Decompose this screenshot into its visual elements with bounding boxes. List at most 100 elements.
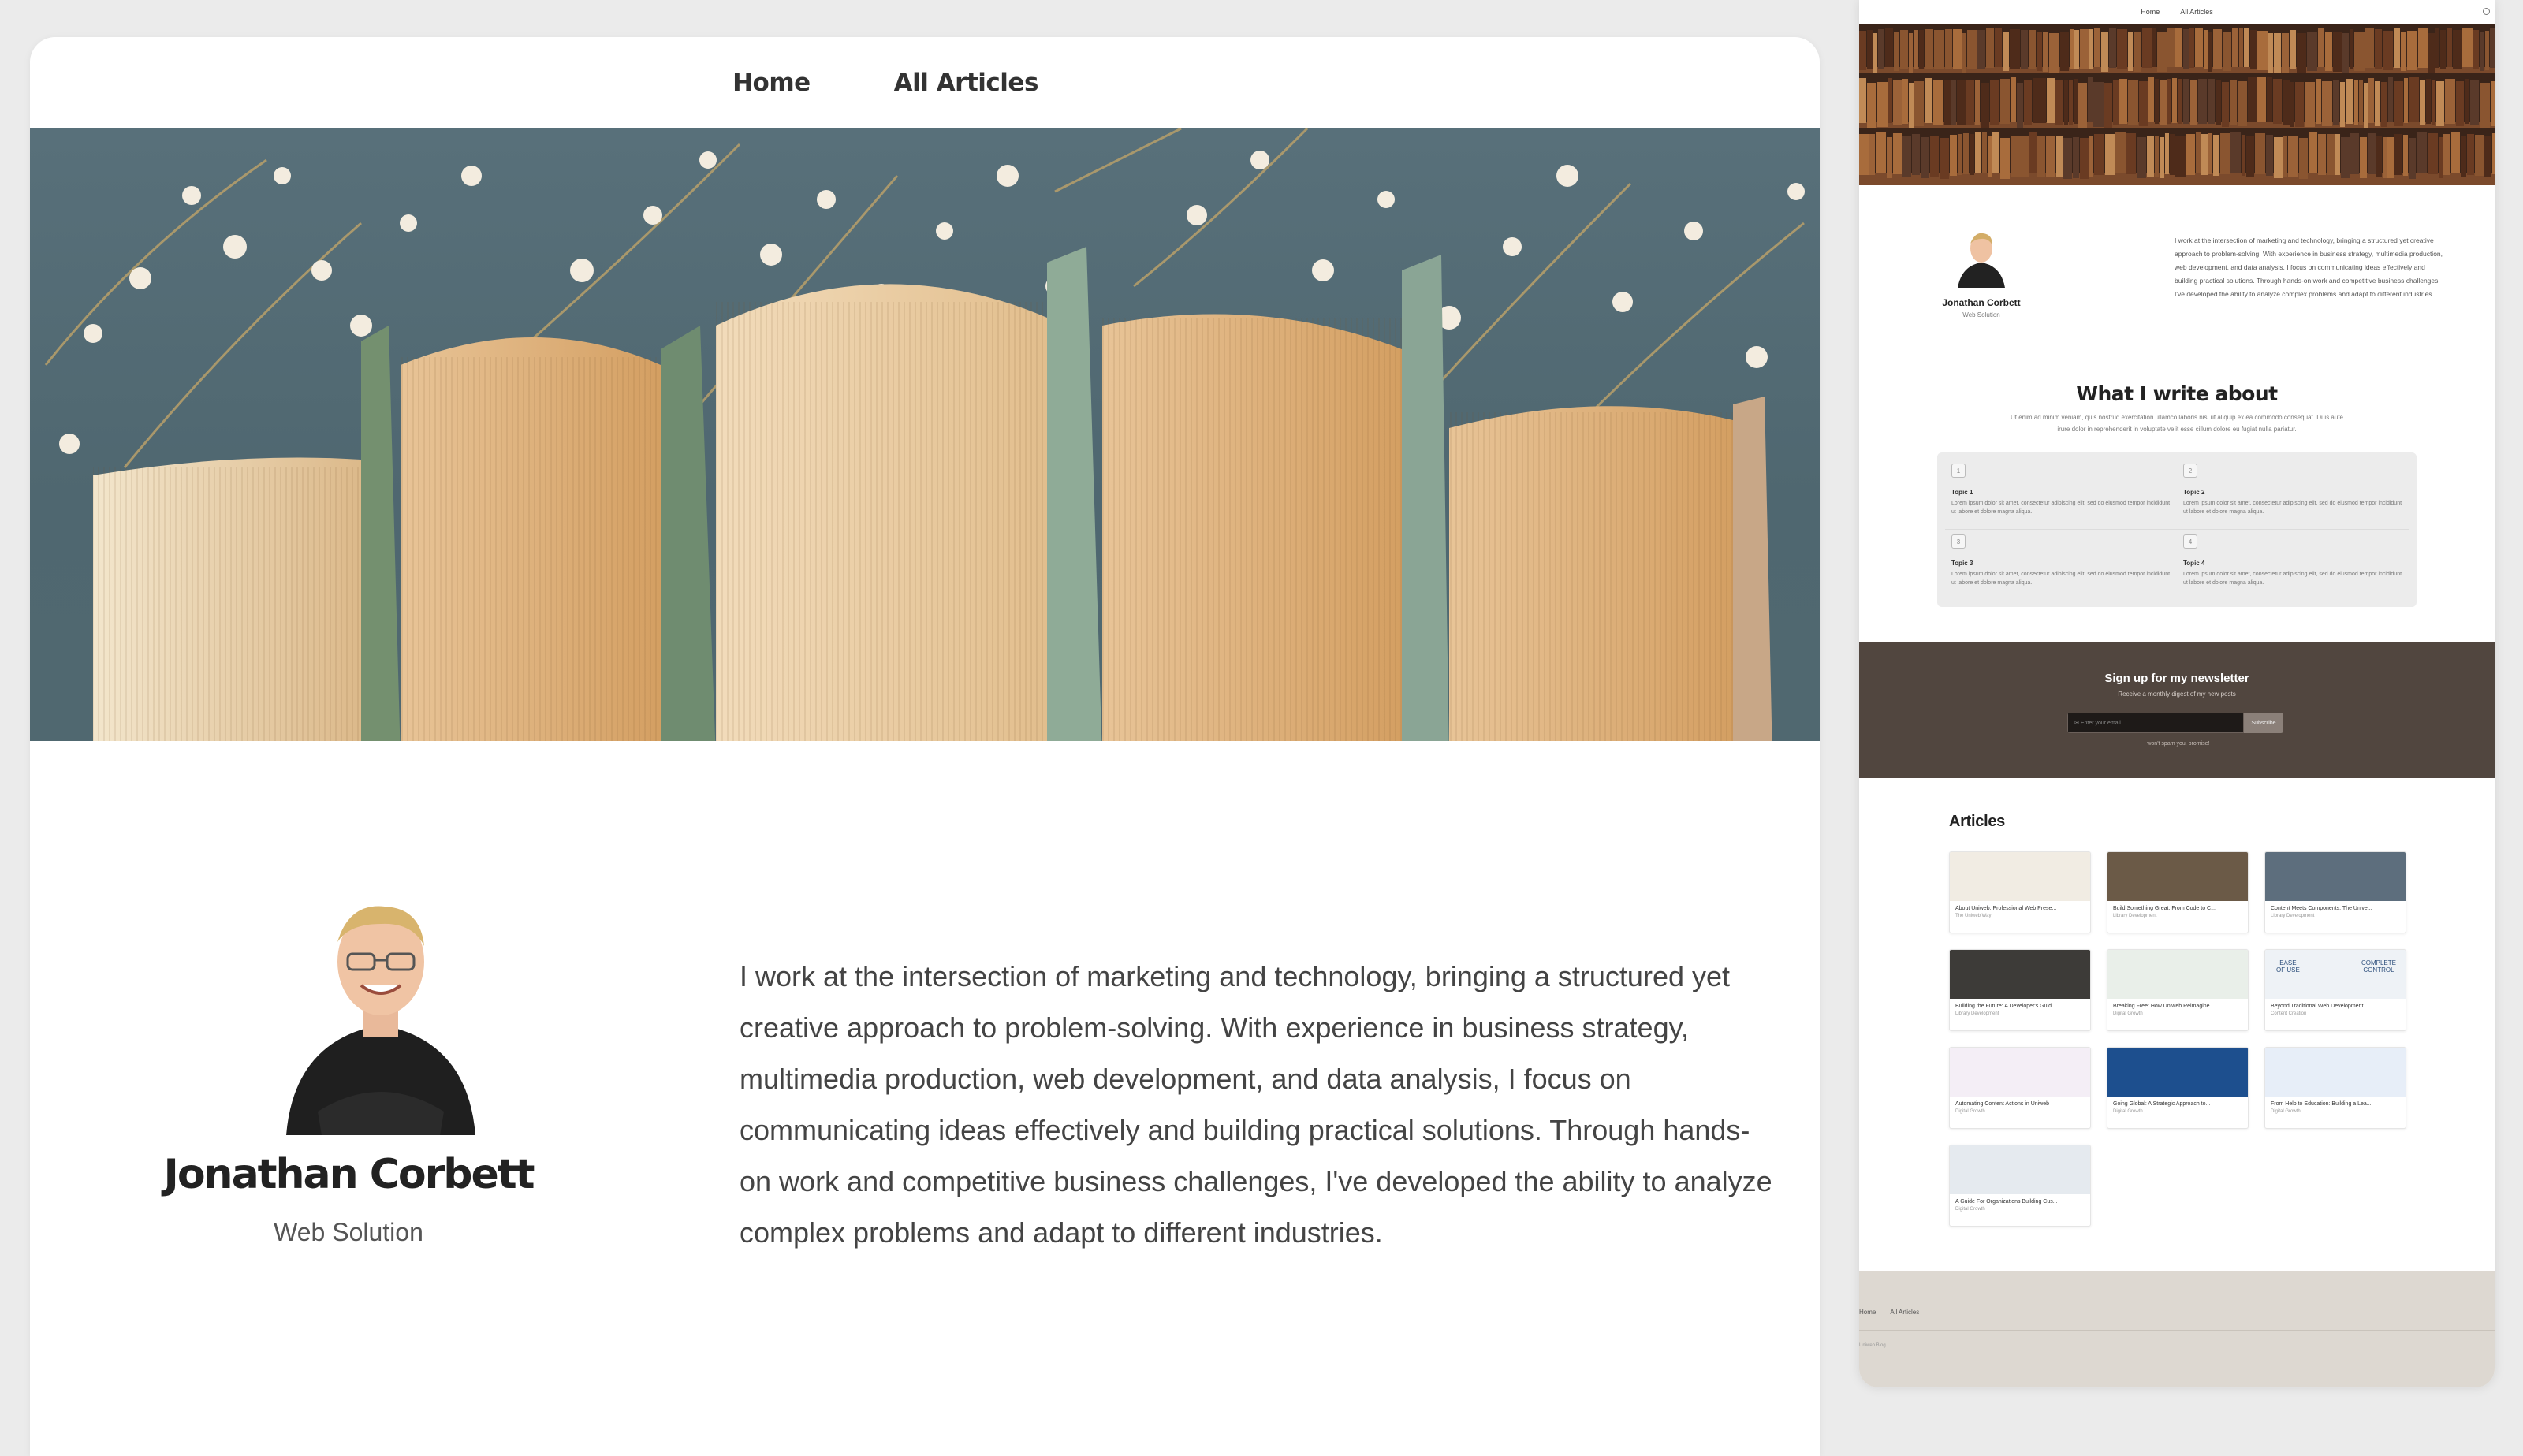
shelf-book-spine bbox=[2248, 77, 2257, 122]
shelf-book-spine bbox=[2333, 80, 2339, 125]
shelf-book-spine bbox=[2283, 80, 2290, 125]
article-card[interactable]: Build Something Great: From Code to C...… bbox=[2107, 851, 2249, 933]
shelf-book-spine bbox=[2064, 80, 2068, 125]
shelf-book-spine bbox=[1988, 136, 1992, 177]
article-title: Going Global: A Strategic Approach to... bbox=[2113, 1101, 2211, 1107]
shelf-book-spine bbox=[1869, 134, 1875, 175]
shelf-book-spine bbox=[2484, 136, 2491, 177]
shelf-book-spine bbox=[2404, 78, 2408, 123]
newsletter-form: ✉ Enter your email Subscribe bbox=[2067, 713, 2283, 733]
shelf-book-spine bbox=[2189, 28, 2194, 68]
shelf-book-spine bbox=[2000, 138, 2010, 179]
shelf-book-spine bbox=[2094, 28, 2100, 67]
shelf-book-spine bbox=[2196, 132, 2201, 173]
article-card[interactable]: From Help to Education: Building a Lea..… bbox=[2264, 1047, 2406, 1129]
shelf-book-spine bbox=[1900, 30, 1908, 69]
shelf-book-spine bbox=[2186, 134, 2195, 175]
article-card[interactable]: A Guide For Organizations Building Cus..… bbox=[1949, 1145, 2091, 1227]
shelf-book-spine bbox=[2011, 136, 2018, 177]
footer-home-link[interactable]: Home bbox=[1859, 1309, 1876, 1316]
shelf-book-spine bbox=[1921, 137, 1929, 178]
article-category: Digital Growth bbox=[2113, 1011, 2143, 1016]
nav-home-link[interactable]: Home bbox=[732, 69, 811, 97]
shelf-book-spine bbox=[2480, 32, 2484, 71]
shelf-book-spine bbox=[2428, 33, 2435, 73]
shelf-book-spine bbox=[2318, 134, 2326, 175]
shelf-book-spine bbox=[2387, 137, 2394, 178]
article-card[interactable]: Breaking Free: How Uniweb Reimagine... Di… bbox=[2107, 949, 2249, 1031]
shelf-book-spine bbox=[2117, 29, 2127, 69]
shelf-book-spine bbox=[1902, 136, 1911, 177]
shelf-book-spine bbox=[2113, 80, 2119, 125]
shelf-book-spine bbox=[1909, 83, 1914, 128]
shelf-book-spine bbox=[2432, 80, 2435, 125]
shelf-book-spine bbox=[2290, 30, 2296, 69]
shelf-book-spine bbox=[2017, 83, 2023, 128]
topic-title: Topic 4 bbox=[2183, 560, 2205, 567]
shelf-book-spine bbox=[2088, 77, 2093, 122]
shelf-book-spine bbox=[2160, 137, 2164, 178]
shelf-book-spine bbox=[1902, 79, 1908, 124]
shelf-book-spine bbox=[2426, 79, 2431, 124]
shelf-book-spine bbox=[1944, 80, 1951, 125]
shelf-book-spine bbox=[2126, 133, 2136, 174]
shelf-book-spine bbox=[2155, 136, 2159, 177]
article-card[interactable]: Building the Future: A Developer's Guid.… bbox=[1949, 949, 2091, 1031]
shelf-book-spine bbox=[1945, 29, 1952, 69]
preview-menu-icon[interactable] bbox=[2483, 8, 2490, 15]
shelf-book-spine bbox=[2394, 134, 2402, 175]
shelf-book-spine bbox=[2204, 30, 2208, 69]
shelf-book-spine bbox=[2195, 28, 2203, 67]
article-thumbnail: EASE OF USE COMPLETE CONTROL bbox=[2265, 950, 2406, 999]
shelf-book-spine bbox=[2274, 33, 2281, 73]
shelf-book-spine bbox=[2104, 83, 2112, 128]
article-title: Content Meets Components: The Unive... bbox=[2271, 906, 2372, 911]
shelf-book-spine bbox=[2101, 32, 2108, 72]
shelf-book-spine bbox=[2480, 83, 2490, 128]
shelf-book-spine bbox=[2074, 30, 2079, 69]
about-section: Jonathan Corbett Web Solution I work at … bbox=[30, 741, 1820, 1450]
shelf-book-spine bbox=[1925, 78, 1932, 123]
preview-author-bio: I work at the intersection of marketing … bbox=[2175, 236, 2443, 298]
shelf-book-spine bbox=[2436, 81, 2444, 126]
shelf-book-spine bbox=[1887, 137, 1892, 178]
shelf-book-spine bbox=[2401, 32, 2406, 71]
mail-icon: ✉ bbox=[2074, 721, 2081, 726]
shelf-book-spine bbox=[2011, 77, 2016, 122]
shelf-book-spine bbox=[2273, 79, 2282, 124]
topic-card: 1 Topic 1 Lorem ipsum dolor sit amet, co… bbox=[1945, 459, 2177, 530]
shelf-book-spine bbox=[1877, 82, 1888, 127]
preview-nav: Home All Articles bbox=[1859, 0, 2495, 24]
article-category: Digital Growth bbox=[2113, 1109, 2143, 1114]
shelf-book-spine bbox=[2290, 82, 2294, 127]
shelf-book-spine bbox=[2175, 136, 2186, 177]
shelf-book-spine bbox=[2128, 32, 2133, 71]
shelf-book-spine bbox=[1970, 134, 1974, 175]
shelf-book-spine bbox=[2346, 79, 2353, 124]
page-preview[interactable]: Home All Articles Jonathan Corbett Web S… bbox=[1859, 0, 2495, 1387]
shelf-book-spine bbox=[2172, 78, 2177, 123]
article-card[interactable]: Content Meets Components: The Unive... Li… bbox=[2264, 851, 2406, 933]
article-category: Digital Growth bbox=[1955, 1207, 1985, 1212]
shelf-book-spine bbox=[1894, 32, 1899, 71]
newsletter-email-input[interactable]: ✉ Enter your email bbox=[2067, 713, 2244, 733]
shelf-book-spine bbox=[2029, 30, 2036, 69]
shelf-book-spine bbox=[1867, 83, 1876, 128]
shelf-book-spine bbox=[2288, 136, 2298, 177]
shelf-book-spine bbox=[2335, 134, 2340, 175]
shelf-book-spine bbox=[2109, 28, 2116, 68]
shelf-book-spine bbox=[2462, 28, 2473, 67]
preview-articles: Articles About Uniweb: Professional Web … bbox=[1859, 778, 2495, 1254]
shelf-book-spine bbox=[2383, 137, 2387, 178]
article-card[interactable]: Automating Content Actions in Uniweb Digi… bbox=[1949, 1047, 2091, 1129]
subscribe-button[interactable]: Subscribe bbox=[2244, 713, 2283, 733]
shelf-book-spine bbox=[2010, 29, 2020, 69]
preview-nav-articles[interactable]: All Articles bbox=[2180, 8, 2213, 16]
article-card[interactable]: EASE OF USE COMPLETE CONTROL Beyond Tradit… bbox=[2264, 949, 2406, 1031]
nav-all-articles-link[interactable]: All Articles bbox=[894, 69, 1039, 97]
main-site-window: Home All Articles Jonathan Corbett Web S… bbox=[30, 37, 1820, 1456]
article-card[interactable]: Going Global: A Strategic Approach to...… bbox=[2107, 1047, 2249, 1129]
footer-articles-link[interactable]: All Articles bbox=[1890, 1309, 1919, 1316]
article-card[interactable]: About Uniweb: Professional Web Prese... T… bbox=[1949, 851, 2091, 933]
preview-nav-home[interactable]: Home bbox=[2141, 8, 2160, 16]
